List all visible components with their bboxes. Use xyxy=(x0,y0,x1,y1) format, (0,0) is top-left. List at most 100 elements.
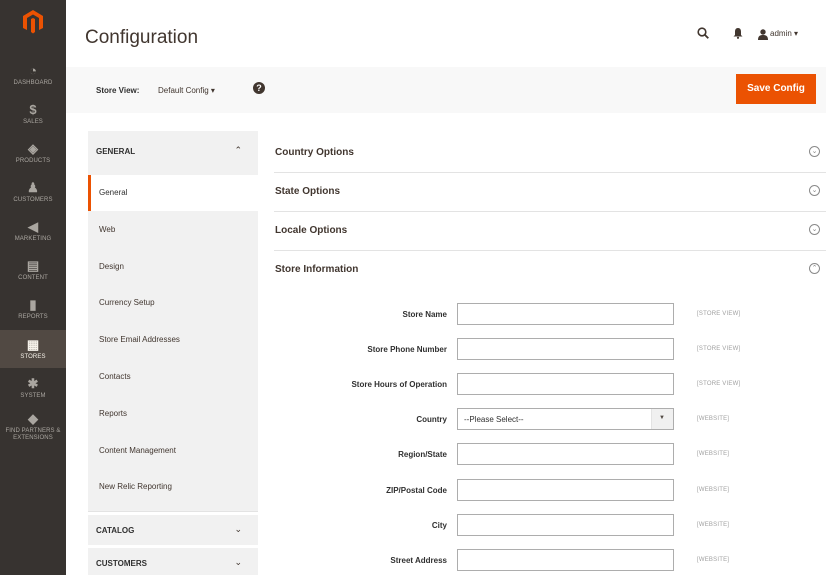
nav-item-label: STORES xyxy=(20,353,46,360)
sidebar-item-label: Content Management xyxy=(99,445,176,455)
field-label-zip-postal-code: ZIP/Postal Code xyxy=(386,485,447,495)
scope-hint: [WEBSITE] xyxy=(697,521,730,528)
chevron-up-icon: ⌃ xyxy=(234,145,242,155)
nav-item-products[interactable]: ◈ PRODUCTS xyxy=(0,134,66,172)
scope-hint: [WEBSITE] xyxy=(697,556,730,563)
nav-item-reports[interactable]: ▮ REPORTS xyxy=(0,290,66,328)
sidebar-item-design[interactable]: Design xyxy=(88,249,258,285)
customers-icon: ♟ xyxy=(27,179,39,195)
nav-item-label: SYSTEM xyxy=(20,392,46,399)
sidebar-item-label: Store Email Addresses xyxy=(99,335,180,345)
section-title: State Options xyxy=(275,186,341,197)
sidebar-tab-label: CUSTOMERS xyxy=(96,559,147,568)
search-icon[interactable] xyxy=(697,27,709,42)
user-icon[interactable] xyxy=(758,28,768,43)
content-icon: ▤ xyxy=(26,257,40,273)
sidebar-item-label: General xyxy=(99,188,128,197)
sidebar-item-new-relic-reporting[interactable]: New Relic Reporting xyxy=(88,469,258,505)
city-input[interactable] xyxy=(457,513,674,536)
nav-item-sales[interactable]: $ SALES xyxy=(0,95,66,133)
zip-postal-code-input[interactable] xyxy=(457,478,674,501)
nav-item-stores[interactable]: ▦ STORES xyxy=(0,330,66,368)
scope-hint: [WEBSITE] xyxy=(697,416,730,423)
chevron-down-icon: ▼ xyxy=(659,415,665,422)
nav-item-label: CUSTOMERS xyxy=(13,196,53,203)
field-label-store-name: Store Name xyxy=(402,310,447,319)
chevron-down-icon: ⌄ xyxy=(234,524,242,534)
section-locale-options[interactable]: Locale Options ⌄ xyxy=(274,212,826,251)
sidebar-item-label: Currency Setup xyxy=(99,298,155,308)
sidebar-item-currency-setup[interactable]: Currency Setup xyxy=(88,285,258,321)
nav-item-dashboard[interactable]: ◔ DASHBOARD xyxy=(0,56,66,94)
street-address-input[interactable] xyxy=(457,548,674,571)
sidebar-item-label: New Relic Reporting xyxy=(99,482,172,492)
expand-icon[interactable]: ⌄ xyxy=(809,146,820,157)
nav-item-label: DASHBOARD xyxy=(13,79,53,86)
store-hours-of-operation-input[interactable] xyxy=(457,373,674,396)
nav-item-label: MARKETING xyxy=(14,235,52,242)
system-icon: ✱ xyxy=(27,375,39,391)
nav-item-content[interactable]: ▤ CONTENT xyxy=(0,251,66,289)
expand-icon[interactable]: ⌄ xyxy=(809,224,820,235)
nav-item-find-partners-extensions[interactable]: ◆ FIND PARTNERS & EXTENSIONS xyxy=(0,408,66,446)
section-store-information[interactable]: Store Information ⌃ xyxy=(274,251,826,290)
nav-item-customers[interactable]: ♟ CUSTOMERS xyxy=(0,173,66,211)
section-title: Store Information xyxy=(275,264,359,275)
sidebar-tab-catalog[interactable]: CATALOG ⌄ xyxy=(88,515,258,545)
store-phone-number-input[interactable] xyxy=(457,338,674,361)
sidebar-tab-label: CATALOG xyxy=(96,526,135,535)
marketing-icon: ◀ xyxy=(28,218,38,234)
select-value: --Please Select-- xyxy=(464,415,524,425)
help-icon[interactable]: ? xyxy=(253,82,265,94)
chevron-down-icon: ⌄ xyxy=(234,557,242,567)
sidebar-item-label: Reports xyxy=(99,408,128,418)
sidebar-item-contacts[interactable]: Contacts xyxy=(88,359,258,395)
sidebar-tab-label: GENERAL xyxy=(96,147,136,156)
section-state-options[interactable]: State Options ⌄ xyxy=(274,173,826,212)
products-icon: ◈ xyxy=(28,140,38,156)
country-select[interactable]: --Please Select-- ▼ xyxy=(457,408,674,431)
region-state-input[interactable] xyxy=(457,443,674,466)
field-label-street-address: Street Address xyxy=(390,555,447,565)
field-label-region-state: Region/State xyxy=(398,450,447,460)
sidebar-item-web[interactable]: Web xyxy=(88,212,258,248)
notifications-bell-icon[interactable] xyxy=(733,27,743,42)
nav-item-marketing[interactable]: ◀ MARKETING xyxy=(0,212,66,250)
field-label-country: Country xyxy=(416,415,447,425)
expand-icon[interactable]: ⌄ xyxy=(809,185,820,196)
sidebar-tab-general[interactable]: GENERAL ⌃ xyxy=(88,131,258,173)
collapse-icon[interactable]: ⌃ xyxy=(809,263,820,274)
scope-hint: [STORE VIEW] xyxy=(697,381,741,388)
sidebar-tab-customers[interactable]: CUSTOMERS ⌄ xyxy=(88,548,258,575)
section-title: Locale Options xyxy=(275,225,348,236)
sidebar-item-content-management[interactable]: Content Management xyxy=(88,433,258,469)
scope-hint: [STORE VIEW] xyxy=(697,346,741,353)
nav-item-label: FIND PARTNERS & EXTENSIONS xyxy=(5,428,61,441)
store-view-label: Store View: xyxy=(96,86,140,95)
sidebar-item-label: Contacts xyxy=(99,372,131,381)
scope-hint: [STORE VIEW] xyxy=(697,311,741,317)
store-name-input[interactable] xyxy=(457,303,674,325)
sidebar-item-general[interactable]: General xyxy=(88,175,258,211)
sidebar-item-store-email-addresses[interactable]: Store Email Addresses xyxy=(88,322,258,358)
nav-item-label: SALES xyxy=(23,118,43,125)
nav-item-system[interactable]: ✱ SYSTEM xyxy=(0,369,66,407)
field-label-city: City xyxy=(431,520,447,530)
save-config-button[interactable]: Save Config xyxy=(736,74,816,104)
store-view-switcher[interactable]: Default Config ▾ xyxy=(158,86,215,95)
sidebar-item-label: Design xyxy=(99,261,124,271)
admin-user-menu[interactable]: admin ▾ xyxy=(770,29,798,38)
nav-item-label: PRODUCTS xyxy=(15,157,51,164)
stores-icon: ▦ xyxy=(26,336,40,352)
dashboard-icon: ◔ xyxy=(29,62,37,78)
sidebar-item-reports[interactable]: Reports xyxy=(88,396,258,432)
section-country-options[interactable]: Country Options ⌄ xyxy=(274,134,826,173)
nav-item-label: REPORTS xyxy=(18,313,48,320)
nav-item-label: CONTENT xyxy=(18,274,48,281)
sales-icon: $ xyxy=(29,101,37,117)
divider xyxy=(88,511,258,512)
scope-hint: [WEBSITE] xyxy=(697,451,730,458)
field-label-store-hours-of-operation: Store Hours of Operation xyxy=(351,380,447,390)
magento-logo-icon[interactable] xyxy=(0,0,66,44)
scope-hint: [WEBSITE] xyxy=(697,486,730,493)
